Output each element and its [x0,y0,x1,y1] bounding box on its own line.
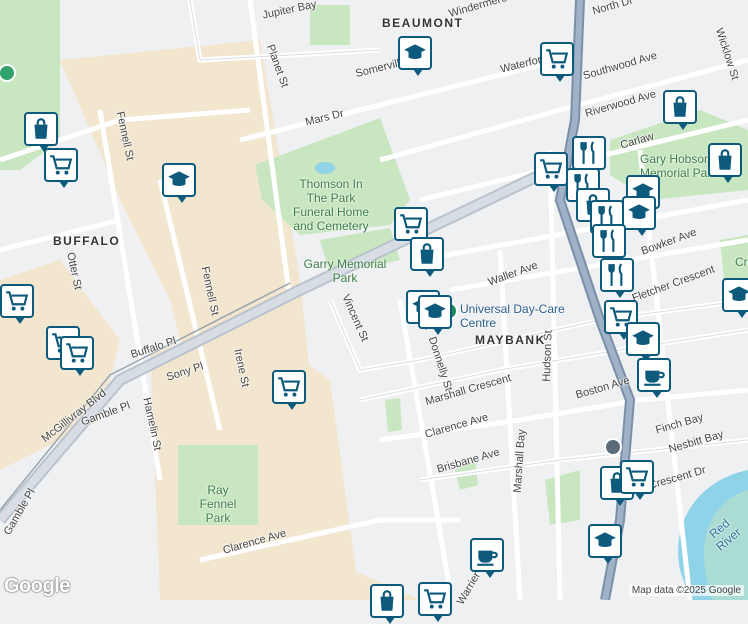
bag-icon [34,118,48,139]
school-marker[interactable] [398,36,432,76]
restaurant-icon [580,141,595,164]
cafe-marker[interactable] [470,538,504,578]
cart-marker[interactable] [394,207,428,247]
restaurant-marker[interactable] [600,258,634,298]
bag-marker[interactable] [663,90,697,130]
school-marker[interactable] [626,322,660,362]
bag-marker[interactable] [708,143,742,183]
cart-marker[interactable] [272,370,306,410]
restaurant-marker[interactable] [572,136,606,176]
cart-marker[interactable] [0,284,34,324]
google-logo: Google [4,575,70,597]
school-marker[interactable] [162,163,196,203]
bag-marker[interactable] [24,112,58,152]
cart-icon [626,467,649,487]
school-marker[interactable] [588,524,622,564]
cart-marker[interactable] [534,152,568,192]
park-label-cre: Cre [735,255,748,269]
cafe-icon [477,550,498,566]
neighbourhood-label-maybank: MAYBANK [475,333,546,347]
school-icon [424,303,446,318]
cart-icon [66,343,89,363]
cart-marker[interactable] [540,42,574,82]
school-marker[interactable] [722,278,748,318]
school-icon [404,44,426,59]
school-icon [632,330,654,345]
bag-icon [718,149,732,170]
restaurant-icon [608,263,623,286]
park-label-ray-fennel: Ray Fennel Park [199,483,237,525]
poi-label-daycare: Universal Day-Care Centre [460,302,565,330]
neighbourhood-label-buffalo: BUFFALO [53,234,121,248]
school-poi-dot[interactable] [604,438,622,456]
street-label: Hudson St [540,330,555,382]
cart-icon [540,159,563,179]
school-icon [728,286,748,301]
cart-marker[interactable] [44,148,78,188]
cart-marker[interactable] [418,582,452,622]
cart-marker[interactable] [60,336,94,376]
restaurant-icon [600,229,615,252]
school-marker[interactable] [418,295,452,335]
cafe-icon [644,370,665,386]
cart-icon [278,377,301,397]
school-marker[interactable] [622,196,656,236]
cart-icon [50,155,73,175]
school-icon [628,204,650,219]
bag-marker[interactable] [410,237,444,277]
cart-icon [400,214,423,234]
cart-icon [424,589,447,609]
school-icon [168,171,190,186]
bag-icon [380,590,394,611]
bag-marker[interactable] [370,584,404,624]
restaurant-marker[interactable] [592,224,626,264]
bag-icon [420,243,434,264]
school-icon [594,532,616,547]
cafe-marker[interactable] [637,358,671,398]
park-label-thomson: Thomson In The Park Funeral Home and Cem… [292,177,370,233]
park-label-garry: Garry Memorial Park [303,257,387,285]
cart-marker[interactable] [620,460,654,500]
cart-icon [546,49,569,69]
map-attribution[interactable]: Map data ©2025 Google [628,585,744,596]
bag-icon [673,96,687,117]
cart-icon [6,291,29,311]
